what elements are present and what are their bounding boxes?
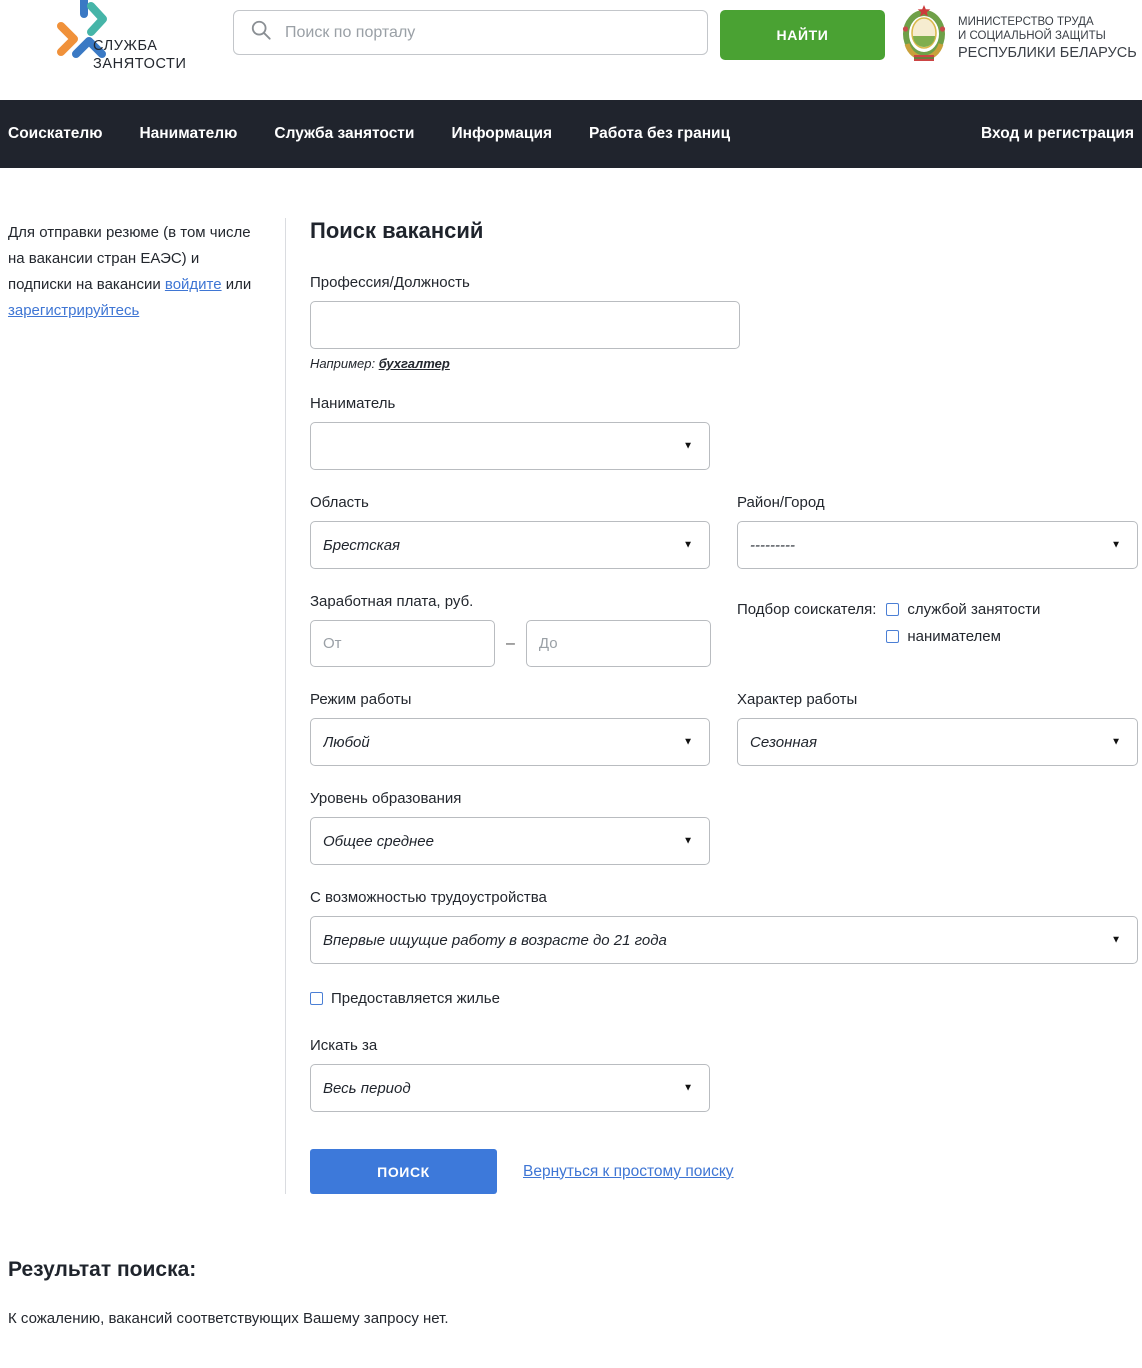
- work-nature-value: Сезонная: [750, 734, 817, 751]
- logo-line2: ЗАНЯТОСТИ: [93, 55, 187, 73]
- sidebar-note: Для отправки резюме (в том числе на вака…: [0, 218, 285, 1194]
- workmode-row: Режим работы Любой ▼ Характер работы Сез…: [310, 691, 1138, 766]
- hint-example-link[interactable]: бухгалтер: [379, 356, 450, 371]
- employment-service-label: службой занятости: [907, 601, 1040, 618]
- page-header: СЛУЖБА ЗАНЯТОСТИ НАЙТИ: [0, 0, 1142, 100]
- work-mode-group: Режим работы Любой ▼: [310, 691, 710, 766]
- checkbox-row-employer[interactable]: нанимателем: [886, 628, 1040, 645]
- region-group: Область Брестская ▼: [310, 494, 710, 569]
- work-mode-select[interactable]: Любой ▼: [310, 718, 710, 766]
- employer-checkbox[interactable]: [886, 630, 899, 643]
- salary-dash: –: [506, 635, 515, 653]
- work-nature-label: Характер работы: [737, 691, 1138, 708]
- employability-label: С возможностью трудоустройства: [310, 889, 1138, 906]
- housing-checkbox-row[interactable]: Предоставляется жилье: [310, 990, 1138, 1007]
- salary-selection-row: Заработная плата, руб. – Подбор соискате…: [310, 593, 1138, 667]
- work-mode-label: Режим работы: [310, 691, 710, 708]
- salary-label: Заработная плата, руб.: [310, 593, 710, 610]
- main-nav: Соискателю Нанимателю Служба занятости И…: [0, 100, 1142, 168]
- education-value: Общее среднее: [323, 833, 434, 850]
- chevron-down-icon: ▼: [1111, 540, 1121, 551]
- search-icon: [250, 19, 272, 46]
- education-select[interactable]: Общее среднее ▼: [310, 817, 710, 865]
- ministry-line3: РЕСПУБЛИКИ БЕЛАРУСЬ: [958, 45, 1137, 61]
- employer-group: Наниматель ▼: [310, 395, 1138, 470]
- nav-login-register[interactable]: Вход и регистрация: [981, 125, 1134, 143]
- results-message: К сожалению, вакансий соответствующих Ва…: [8, 1310, 1142, 1327]
- profession-label: Профессия/Должность: [310, 274, 1138, 291]
- district-group: Район/Город --------- ▼: [737, 494, 1138, 569]
- chevron-down-icon: ▼: [1111, 737, 1121, 748]
- employability-group: С возможностью трудоустройства Впервые и…: [310, 889, 1138, 964]
- region-value: Брестская: [323, 537, 400, 554]
- profession-input[interactable]: [310, 301, 740, 349]
- education-label: Уровень образования: [310, 790, 1138, 807]
- employability-select[interactable]: Впервые ищущие работу в возрасте до 21 г…: [310, 916, 1138, 964]
- login-link[interactable]: войдите: [165, 276, 222, 293]
- period-select[interactable]: Весь период ▼: [310, 1064, 710, 1112]
- region-label: Область: [310, 494, 710, 511]
- chevron-down-icon: ▼: [1111, 935, 1121, 946]
- nav-item-rabota-bez-granic[interactable]: Работа без границ: [589, 125, 730, 143]
- search-submit-button[interactable]: ПОИСК: [310, 1149, 497, 1194]
- salary-from-input[interactable]: [310, 620, 495, 667]
- content-layout: Для отправки резюме (в том числе на вака…: [0, 168, 1142, 1194]
- ministry-block: МИНИСТЕРСТВО ТРУДА И СОЦИАЛЬНОЙ ЗАЩИТЫ Р…: [901, 4, 1137, 67]
- ministry-title: МИНИСТЕРСТВО ТРУДА И СОЦИАЛЬНОЙ ЗАЩИТЫ Р…: [958, 11, 1137, 61]
- chevron-down-icon: ▼: [683, 441, 693, 452]
- vacancy-search-form: Поиск вакансий Профессия/Должность Напри…: [310, 218, 1138, 1194]
- housing-checkbox[interactable]: [310, 992, 323, 1005]
- vertical-divider: [285, 218, 286, 1194]
- ministry-line2: И СОЦИАЛЬНОЙ ЗАЩИТЫ: [958, 29, 1137, 43]
- work-mode-value: Любой: [323, 734, 370, 751]
- logo-line1: СЛУЖБА: [93, 37, 187, 55]
- chevron-down-icon: ▼: [683, 737, 693, 748]
- employability-value: Впервые ищущие работу в возрасте до 21 г…: [323, 932, 667, 949]
- search-results-section: Результат поиска: К сожалению, вакансий …: [0, 1258, 1142, 1327]
- ministry-line1: МИНИСТЕРСТВО ТРУДА: [958, 15, 1137, 29]
- chevron-down-icon: ▼: [683, 540, 693, 551]
- sidebar-text-or: или: [222, 276, 252, 293]
- nav-item-nanimatelyu[interactable]: Нанимателю: [139, 125, 237, 143]
- portal-search-input[interactable]: [285, 24, 707, 42]
- employer-checkbox-label: нанимателем: [907, 628, 1001, 645]
- chevron-down-icon: ▼: [683, 836, 693, 847]
- register-link[interactable]: зарегистрируйтесь: [8, 302, 139, 319]
- portal-search-box: [233, 10, 708, 55]
- find-button[interactable]: НАЙТИ: [720, 10, 885, 60]
- profession-hint: Например: бухгалтер: [310, 356, 1138, 371]
- profession-group: Профессия/Должность Например: бухгалтер: [310, 274, 1138, 371]
- region-select[interactable]: Брестская ▼: [310, 521, 710, 569]
- salary-group: Заработная плата, руб. –: [310, 593, 710, 667]
- work-nature-select[interactable]: Сезонная ▼: [737, 718, 1138, 766]
- nav-item-informaciya[interactable]: Информация: [451, 125, 552, 143]
- selection-label: Подбор соискателя:: [737, 601, 876, 667]
- education-group: Уровень образования Общее среднее ▼: [310, 790, 1138, 865]
- logo-wordmark[interactable]: СЛУЖБА ЗАНЯТОСТИ: [93, 37, 187, 73]
- nav-item-sluzhba-zanyatosti[interactable]: Служба занятости: [274, 125, 414, 143]
- results-title: Результат поиска:: [8, 1258, 1142, 1282]
- employment-service-checkbox[interactable]: [886, 603, 899, 616]
- period-value: Весь период: [323, 1080, 411, 1097]
- simple-search-link[interactable]: Вернуться к простому поиску: [523, 1163, 734, 1181]
- employer-label: Наниматель: [310, 395, 1138, 412]
- period-label: Искать за: [310, 1037, 1138, 1054]
- hint-prefix: Например:: [310, 356, 379, 371]
- coat-of-arms-icon: [901, 4, 947, 67]
- salary-to-input[interactable]: [526, 620, 711, 667]
- nav-item-soiskatelyu[interactable]: Соискателю: [8, 125, 102, 143]
- candidate-selection-group: Подбор соискателя: службой занятости нан…: [737, 593, 1138, 667]
- district-label: Район/Город: [737, 494, 1138, 511]
- chevron-down-icon: ▼: [683, 1083, 693, 1094]
- region-district-row: Область Брестская ▼ Район/Город --------…: [310, 494, 1138, 569]
- housing-label: Предоставляется жилье: [331, 990, 500, 1007]
- checkbox-row-employment-service[interactable]: службой занятости: [886, 601, 1040, 618]
- district-value: ---------: [750, 537, 795, 554]
- page-title: Поиск вакансий: [310, 218, 1138, 244]
- period-group: Искать за Весь период ▼: [310, 1037, 1138, 1112]
- work-nature-group: Характер работы Сезонная ▼: [737, 691, 1138, 766]
- submit-row: ПОИСК Вернуться к простому поиску: [310, 1149, 1138, 1194]
- employer-select[interactable]: ▼: [310, 422, 710, 470]
- district-select[interactable]: --------- ▼: [737, 521, 1138, 569]
